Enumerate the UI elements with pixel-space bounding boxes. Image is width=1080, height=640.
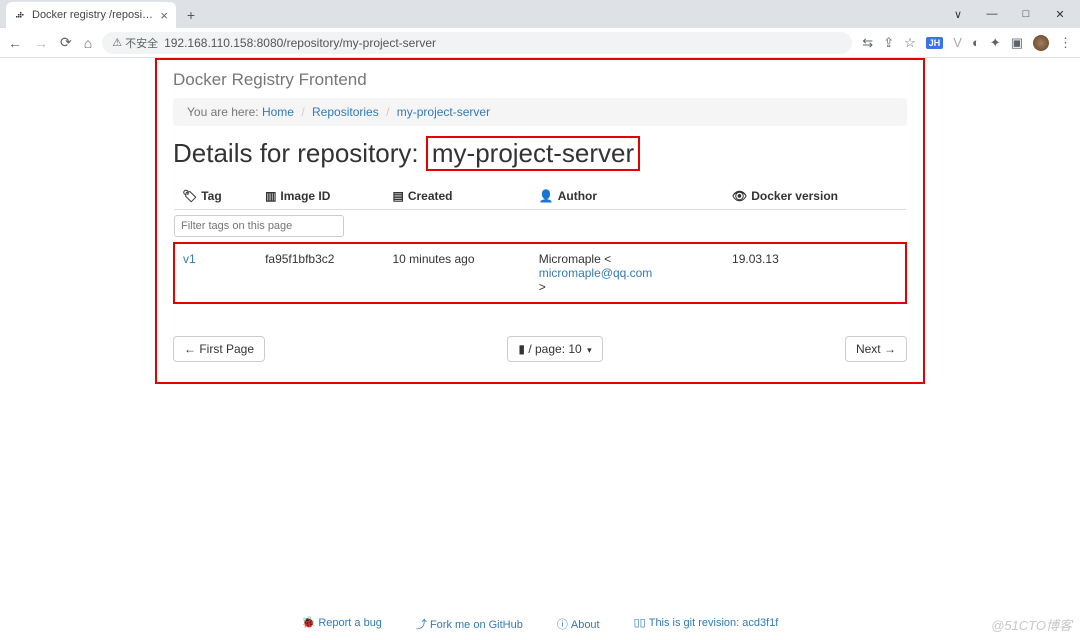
breadcrumb-home[interactable]: Home	[262, 105, 294, 119]
per-page-dropdown[interactable]: ▮ / page: 10 ▾	[507, 336, 602, 362]
bug-icon: 🐞	[302, 617, 316, 629]
col-created: ▤Created	[384, 183, 530, 210]
pager: ← First Page ▮ / page: 10 ▾ Next →	[173, 336, 907, 362]
breadcrumb-sep: /	[382, 105, 393, 119]
git-icon: ▯▯	[634, 617, 646, 629]
nav-home[interactable]: ⌂	[84, 35, 92, 51]
git-revision-link[interactable]: ▯▯This is git revision: acd3f1f	[634, 616, 779, 632]
report-bug-link[interactable]: 🐞Report a bug	[302, 616, 382, 632]
address-bar: ← → ⟳ ⌂ 不安全 192.168.110.158:8080/reposit…	[0, 28, 1080, 58]
book-icon: ▮	[518, 342, 525, 356]
nav-back[interactable]: ←	[8, 35, 22, 51]
breadcrumb-here: You are here:	[187, 105, 259, 119]
calendar-icon: ▤	[392, 189, 403, 203]
extension-icons: ⇆ ⇪ ☆ JH V ◐ ✦ ▣ ⋮	[862, 35, 1072, 51]
breadcrumb-sep: /	[297, 105, 308, 119]
url-field[interactable]: 不安全 192.168.110.158:8080/repository/my-p…	[102, 32, 852, 54]
window-minimize[interactable]: —	[976, 4, 1008, 24]
watermark: @51CTO博客	[991, 615, 1072, 634]
share-icon[interactable]: ⇪	[883, 35, 894, 51]
first-page-button[interactable]: ← First Page	[173, 336, 265, 362]
panel-icon[interactable]: ▣	[1011, 35, 1023, 51]
breadcrumb: You are here: Home / Repositories / my-p…	[173, 98, 907, 126]
docker-icon	[14, 9, 26, 21]
jh-extension-icon[interactable]: JH	[926, 37, 944, 49]
page-viewport: Docker Registry Frontend You are here: H…	[0, 58, 1080, 640]
window-minimize[interactable]: ∨	[942, 4, 974, 24]
breadcrumb-current[interactable]: my-project-server	[397, 105, 490, 119]
data-rows: v1 fa95f1bfb3c2 10 minutes ago Micromapl…	[174, 243, 906, 303]
author-email-link[interactable]: micromaple@qq.com	[539, 266, 653, 280]
cell-author: Micromaple < micromaple@qq.com >	[531, 243, 724, 303]
tab-close-icon[interactable]: ×	[160, 8, 168, 23]
tab-bar: Docker registry /repository/m × +	[0, 0, 1080, 28]
new-tab-button[interactable]: +	[180, 4, 202, 26]
browser-menu-icon[interactable]: ⋮	[1059, 35, 1072, 51]
app-brand: Docker Registry Frontend	[173, 64, 907, 98]
translate-icon[interactable]: ⇆	[862, 35, 873, 51]
extensions-icon[interactable]: ✦	[990, 35, 1001, 51]
fork-github-link[interactable]: ⤴Fork me on GitHub	[416, 616, 523, 632]
tab-title: Docker registry /repository/m	[32, 9, 154, 21]
nav-reload[interactable]: ⟳	[60, 34, 72, 51]
next-page-button[interactable]: Next →	[845, 336, 907, 362]
barcode-icon: ▥	[265, 189, 276, 203]
breadcrumb-repositories[interactable]: Repositories	[312, 105, 379, 119]
page-title-prefix: Details for repository:	[173, 138, 419, 168]
tag-link[interactable]: v1	[183, 252, 196, 266]
chevron-down-icon: ▾	[587, 345, 592, 355]
footer: 🐞Report a bug ⤴Fork me on GitHub ⓘAbout …	[0, 616, 1080, 632]
about-link[interactable]: ⓘAbout	[557, 616, 600, 632]
filter-input[interactable]	[174, 215, 344, 237]
url-text: 192.168.110.158:8080/repository/my-proje…	[164, 36, 436, 50]
tags-table: 🏷Tag ▥Image ID ▤Created 👤Author 👁Docker …	[173, 183, 907, 304]
profile-avatar[interactable]	[1033, 35, 1049, 51]
cell-created: 10 minutes ago	[384, 243, 530, 303]
tag-icon: 🏷	[182, 189, 197, 203]
user-icon: 👤	[539, 189, 554, 203]
v-extension-icon[interactable]: V	[953, 35, 962, 50]
eye-icon: 👁	[732, 189, 747, 203]
page-title: Details for repository: my-project-serve…	[173, 136, 907, 171]
col-docker-version: 👁Docker version	[724, 183, 906, 210]
main-panel: Docker Registry Frontend You are here: H…	[155, 58, 925, 384]
cell-image-id: fa95f1bfb3c2	[257, 243, 384, 303]
repo-name-highlight: my-project-server	[426, 136, 640, 171]
window-controls: ∨ — □ ✕	[942, 4, 1076, 24]
info-icon: ⓘ	[557, 619, 568, 631]
col-author: 👤Author	[531, 183, 724, 210]
dark-mode-icon[interactable]: ◐	[972, 35, 980, 50]
star-icon[interactable]: ☆	[904, 35, 916, 51]
window-maximize[interactable]: □	[1010, 4, 1042, 24]
security-warning: 不安全	[112, 35, 158, 51]
browser-tab[interactable]: Docker registry /repository/m ×	[6, 2, 176, 28]
fork-icon: ⤴	[416, 619, 427, 631]
window-close[interactable]: ✕	[1044, 4, 1076, 24]
col-image-id: ▥Image ID	[257, 183, 384, 210]
table-row: v1 fa95f1bfb3c2 10 minutes ago Micromapl…	[174, 243, 906, 303]
cell-docker-version: 19.03.13	[724, 243, 906, 303]
col-tag: 🏷Tag	[174, 183, 257, 210]
nav-forward[interactable]: →	[34, 35, 48, 51]
